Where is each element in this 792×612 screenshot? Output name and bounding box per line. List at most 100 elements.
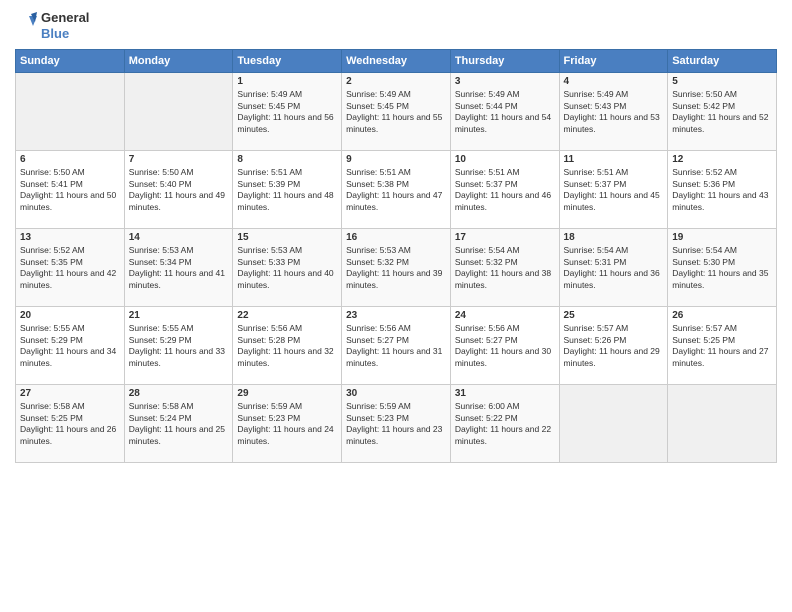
cell-info: Sunrise: 5:59 AMSunset: 5:23 PMDaylight:…: [237, 401, 333, 445]
calendar-cell: 31 Sunrise: 6:00 AMSunset: 5:22 PMDaylig…: [450, 385, 559, 463]
day-number: 18: [564, 232, 664, 243]
calendar-cell: 25 Sunrise: 5:57 AMSunset: 5:26 PMDaylig…: [559, 307, 668, 385]
day-number: 9: [346, 154, 446, 165]
cell-info: Sunrise: 5:52 AMSunset: 5:36 PMDaylight:…: [672, 167, 768, 211]
day-number: 24: [455, 310, 555, 321]
cell-info: Sunrise: 6:00 AMSunset: 5:22 PMDaylight:…: [455, 401, 551, 445]
day-header-sunday: Sunday: [16, 50, 125, 73]
header: General Blue: [15, 10, 777, 41]
calendar-cell: 9 Sunrise: 5:51 AMSunset: 5:38 PMDayligh…: [342, 151, 451, 229]
cell-info: Sunrise: 5:55 AMSunset: 5:29 PMDaylight:…: [20, 323, 116, 367]
cell-info: Sunrise: 5:51 AMSunset: 5:38 PMDaylight:…: [346, 167, 442, 211]
calendar-cell: 21 Sunrise: 5:55 AMSunset: 5:29 PMDaylig…: [124, 307, 233, 385]
calendar-header-row: SundayMondayTuesdayWednesdayThursdayFrid…: [16, 50, 777, 73]
week-row-3: 13 Sunrise: 5:52 AMSunset: 5:35 PMDaylig…: [16, 229, 777, 307]
calendar-cell: 13 Sunrise: 5:52 AMSunset: 5:35 PMDaylig…: [16, 229, 125, 307]
cell-info: Sunrise: 5:53 AMSunset: 5:34 PMDaylight:…: [129, 245, 225, 289]
day-number: 23: [346, 310, 446, 321]
week-row-2: 6 Sunrise: 5:50 AMSunset: 5:41 PMDayligh…: [16, 151, 777, 229]
day-header-friday: Friday: [559, 50, 668, 73]
day-number: 7: [129, 154, 229, 165]
calendar-cell: 26 Sunrise: 5:57 AMSunset: 5:25 PMDaylig…: [668, 307, 777, 385]
calendar-cell: 7 Sunrise: 5:50 AMSunset: 5:40 PMDayligh…: [124, 151, 233, 229]
day-number: 31: [455, 388, 555, 399]
cell-info: Sunrise: 5:58 AMSunset: 5:24 PMDaylight:…: [129, 401, 225, 445]
cell-info: Sunrise: 5:54 AMSunset: 5:31 PMDaylight:…: [564, 245, 660, 289]
day-number: 13: [20, 232, 120, 243]
day-number: 12: [672, 154, 772, 165]
day-header-monday: Monday: [124, 50, 233, 73]
logo-bird-icon: [15, 12, 37, 40]
day-number: 20: [20, 310, 120, 321]
day-number: 17: [455, 232, 555, 243]
calendar-cell: [668, 385, 777, 463]
day-number: 28: [129, 388, 229, 399]
day-number: 10: [455, 154, 555, 165]
cell-info: Sunrise: 5:50 AMSunset: 5:41 PMDaylight:…: [20, 167, 116, 211]
day-number: 6: [20, 154, 120, 165]
day-header-thursday: Thursday: [450, 50, 559, 73]
day-number: 21: [129, 310, 229, 321]
calendar-cell: 5 Sunrise: 5:50 AMSunset: 5:42 PMDayligh…: [668, 73, 777, 151]
day-number: 27: [20, 388, 120, 399]
day-number: 30: [346, 388, 446, 399]
calendar-cell: 14 Sunrise: 5:53 AMSunset: 5:34 PMDaylig…: [124, 229, 233, 307]
week-row-5: 27 Sunrise: 5:58 AMSunset: 5:25 PMDaylig…: [16, 385, 777, 463]
cell-info: Sunrise: 5:56 AMSunset: 5:28 PMDaylight:…: [237, 323, 333, 367]
calendar-cell: 11 Sunrise: 5:51 AMSunset: 5:37 PMDaylig…: [559, 151, 668, 229]
cell-info: Sunrise: 5:50 AMSunset: 5:40 PMDaylight:…: [129, 167, 225, 211]
day-header-wednesday: Wednesday: [342, 50, 451, 73]
day-number: 5: [672, 76, 772, 87]
calendar-cell: 18 Sunrise: 5:54 AMSunset: 5:31 PMDaylig…: [559, 229, 668, 307]
day-number: 2: [346, 76, 446, 87]
calendar-cell: 27 Sunrise: 5:58 AMSunset: 5:25 PMDaylig…: [16, 385, 125, 463]
logo: General Blue: [15, 10, 89, 41]
cell-info: Sunrise: 5:50 AMSunset: 5:42 PMDaylight:…: [672, 89, 768, 133]
cell-info: Sunrise: 5:49 AMSunset: 5:45 PMDaylight:…: [237, 89, 333, 133]
cell-info: Sunrise: 5:49 AMSunset: 5:45 PMDaylight:…: [346, 89, 442, 133]
cell-info: Sunrise: 5:49 AMSunset: 5:44 PMDaylight:…: [455, 89, 551, 133]
calendar-cell: 10 Sunrise: 5:51 AMSunset: 5:37 PMDaylig…: [450, 151, 559, 229]
cell-info: Sunrise: 5:53 AMSunset: 5:33 PMDaylight:…: [237, 245, 333, 289]
day-number: 22: [237, 310, 337, 321]
cell-info: Sunrise: 5:54 AMSunset: 5:30 PMDaylight:…: [672, 245, 768, 289]
logo-text-block: General Blue: [15, 10, 89, 41]
cell-info: Sunrise: 5:53 AMSunset: 5:32 PMDaylight:…: [346, 245, 442, 289]
day-number: 25: [564, 310, 664, 321]
calendar-cell: [559, 385, 668, 463]
calendar-cell: 28 Sunrise: 5:58 AMSunset: 5:24 PMDaylig…: [124, 385, 233, 463]
cell-info: Sunrise: 5:51 AMSunset: 5:39 PMDaylight:…: [237, 167, 333, 211]
day-number: 11: [564, 154, 664, 165]
day-number: 3: [455, 76, 555, 87]
calendar-cell: 30 Sunrise: 5:59 AMSunset: 5:23 PMDaylig…: [342, 385, 451, 463]
calendar-cell: 16 Sunrise: 5:53 AMSunset: 5:32 PMDaylig…: [342, 229, 451, 307]
week-row-1: 1 Sunrise: 5:49 AMSunset: 5:45 PMDayligh…: [16, 73, 777, 151]
week-row-4: 20 Sunrise: 5:55 AMSunset: 5:29 PMDaylig…: [16, 307, 777, 385]
cell-info: Sunrise: 5:57 AMSunset: 5:26 PMDaylight:…: [564, 323, 660, 367]
cell-info: Sunrise: 5:56 AMSunset: 5:27 PMDaylight:…: [455, 323, 551, 367]
cell-info: Sunrise: 5:59 AMSunset: 5:23 PMDaylight:…: [346, 401, 442, 445]
calendar-cell: 22 Sunrise: 5:56 AMSunset: 5:28 PMDaylig…: [233, 307, 342, 385]
logo-general: General: [41, 10, 89, 26]
cell-info: Sunrise: 5:51 AMSunset: 5:37 PMDaylight:…: [564, 167, 660, 211]
cell-info: Sunrise: 5:57 AMSunset: 5:25 PMDaylight:…: [672, 323, 768, 367]
day-number: 26: [672, 310, 772, 321]
calendar-cell: 4 Sunrise: 5:49 AMSunset: 5:43 PMDayligh…: [559, 73, 668, 151]
calendar-cell: 15 Sunrise: 5:53 AMSunset: 5:33 PMDaylig…: [233, 229, 342, 307]
calendar-cell: 20 Sunrise: 5:55 AMSunset: 5:29 PMDaylig…: [16, 307, 125, 385]
cell-info: Sunrise: 5:54 AMSunset: 5:32 PMDaylight:…: [455, 245, 551, 289]
calendar-cell: 6 Sunrise: 5:50 AMSunset: 5:41 PMDayligh…: [16, 151, 125, 229]
day-number: 29: [237, 388, 337, 399]
calendar-cell: 17 Sunrise: 5:54 AMSunset: 5:32 PMDaylig…: [450, 229, 559, 307]
day-number: 1: [237, 76, 337, 87]
calendar-body: 1 Sunrise: 5:49 AMSunset: 5:45 PMDayligh…: [16, 73, 777, 463]
day-number: 16: [346, 232, 446, 243]
cell-info: Sunrise: 5:52 AMSunset: 5:35 PMDaylight:…: [20, 245, 116, 289]
day-header-saturday: Saturday: [668, 50, 777, 73]
day-number: 4: [564, 76, 664, 87]
calendar-cell: [16, 73, 125, 151]
calendar-cell: [124, 73, 233, 151]
day-number: 14: [129, 232, 229, 243]
calendar-cell: 1 Sunrise: 5:49 AMSunset: 5:45 PMDayligh…: [233, 73, 342, 151]
day-number: 19: [672, 232, 772, 243]
